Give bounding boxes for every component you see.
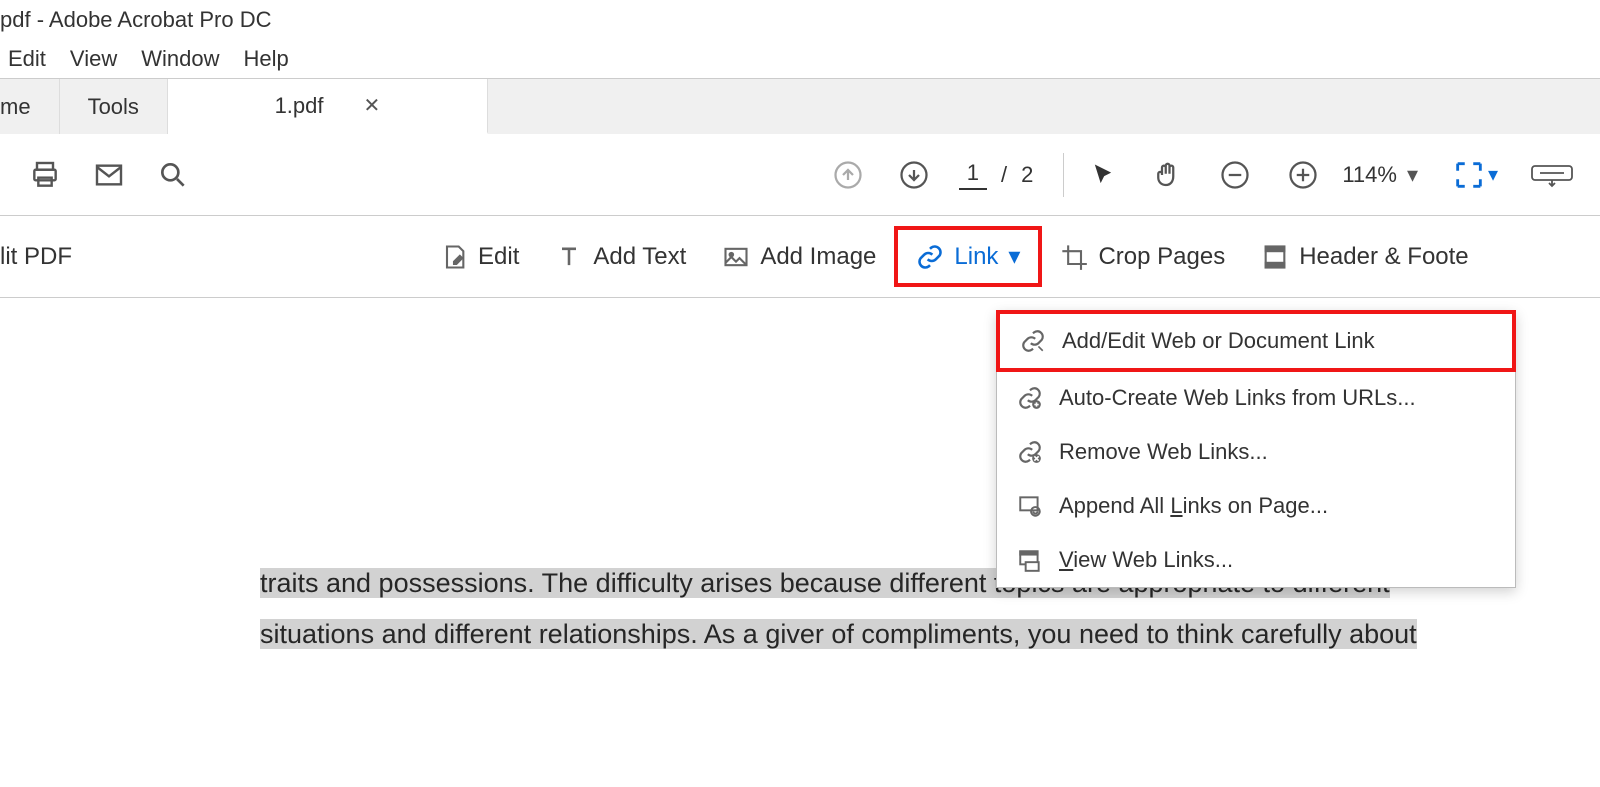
- link-edit-icon: [1020, 328, 1046, 354]
- window-title: pdf - Adobe Acrobat Pro DC: [0, 7, 272, 33]
- link-dropdown-menu: Add/Edit Web or Document Link Auto-Creat…: [996, 310, 1516, 588]
- tabbar: me Tools 1.pdf ✕: [0, 78, 1600, 134]
- zoom-out-button[interactable]: [1208, 148, 1262, 202]
- panel-title: lit PDF: [0, 243, 72, 271]
- page-total: 2: [1021, 162, 1033, 188]
- page-up-button[interactable]: [821, 148, 875, 202]
- crop-pages-button[interactable]: Crop Pages: [1042, 233, 1243, 281]
- header-footer-label: Header & Foote: [1299, 243, 1468, 271]
- menu-window[interactable]: Window: [141, 46, 219, 72]
- tab-document-label: 1.pdf: [275, 93, 324, 119]
- link-label: Link: [954, 243, 998, 271]
- window-titlebar: pdf - Adobe Acrobat Pro DC: [0, 0, 1600, 40]
- image-icon: [722, 243, 750, 271]
- tab-tools-label: Tools: [88, 94, 139, 120]
- tab-close-icon[interactable]: ✕: [364, 93, 381, 118]
- zoom-dropdown-icon[interactable]: ▾: [1407, 162, 1418, 188]
- header-footer-button[interactable]: Header & Foote: [1243, 233, 1486, 281]
- crop-label: Crop Pages: [1098, 243, 1225, 271]
- scroll-mode-button[interactable]: [1522, 148, 1582, 202]
- add-text-label: Add Text: [593, 243, 686, 271]
- zoom-value[interactable]: 114%: [1342, 162, 1397, 188]
- hand-tool-button[interactable]: [1140, 148, 1194, 202]
- tab-home-label: me: [0, 94, 31, 120]
- header-footer-icon: [1261, 243, 1289, 271]
- zoom-in-button[interactable]: [1276, 148, 1330, 202]
- toolbar-separator: [1063, 153, 1064, 197]
- tab-document[interactable]: 1.pdf ✕: [168, 79, 488, 134]
- page-current-input[interactable]: 1: [959, 160, 987, 190]
- link-caret-icon: ▾: [1008, 242, 1020, 271]
- add-image-label: Add Image: [760, 243, 876, 271]
- edit-pdf-toolbar: lit PDF Edit Add Text Add Image Link ▾ C…: [0, 216, 1600, 298]
- fit-width-button[interactable]: ▾: [1448, 148, 1502, 202]
- menubar: Edit View Window Help: [0, 40, 1600, 78]
- menu-view-links[interactable]: View Web Links...: [997, 533, 1515, 587]
- email-button[interactable]: [82, 148, 136, 202]
- link-dropdown-button[interactable]: Link ▾: [894, 226, 1042, 287]
- document-line-2: situations and different relationships. …: [260, 619, 1417, 649]
- link-icon: [916, 243, 944, 271]
- main-toolbar: 1 / 2 114% ▾ ▾: [0, 134, 1600, 216]
- menu-auto-create[interactable]: Auto-Create Web Links from URLs...: [997, 371, 1515, 425]
- add-image-button[interactable]: Add Image: [704, 233, 894, 281]
- menu-edit[interactable]: Edit: [8, 46, 46, 72]
- append-icon: [1017, 493, 1043, 519]
- link-remove-icon: [1017, 439, 1043, 465]
- view-links-icon: [1017, 547, 1043, 573]
- edit-icon: [440, 243, 468, 271]
- crop-icon: [1060, 243, 1088, 271]
- page-down-button[interactable]: [887, 148, 941, 202]
- edit-label: Edit: [478, 243, 519, 271]
- add-text-button[interactable]: Add Text: [537, 233, 704, 281]
- select-tool-button[interactable]: [1076, 148, 1130, 202]
- page-sep: /: [1001, 162, 1007, 188]
- menu-remove-label: Remove Web Links...: [1059, 439, 1268, 465]
- link-auto-icon: [1017, 385, 1043, 411]
- page-nav: 1 / 2: [959, 160, 1034, 190]
- menu-append-links[interactable]: Append All Links on Page...: [997, 479, 1515, 533]
- menu-auto-create-label: Auto-Create Web Links from URLs...: [1059, 385, 1416, 411]
- text-icon: [555, 243, 583, 271]
- menu-add-edit-link[interactable]: Add/Edit Web or Document Link: [996, 310, 1516, 372]
- tab-tools[interactable]: Tools: [60, 79, 168, 134]
- print-button[interactable]: [18, 148, 72, 202]
- menu-help[interactable]: Help: [243, 46, 288, 72]
- tab-home[interactable]: me: [0, 79, 60, 134]
- menu-add-edit-label: Add/Edit Web or Document Link: [1062, 328, 1375, 354]
- search-button[interactable]: [146, 148, 200, 202]
- menu-view[interactable]: View: [70, 46, 117, 72]
- edit-button[interactable]: Edit: [422, 233, 537, 281]
- menu-remove-links[interactable]: Remove Web Links...: [997, 425, 1515, 479]
